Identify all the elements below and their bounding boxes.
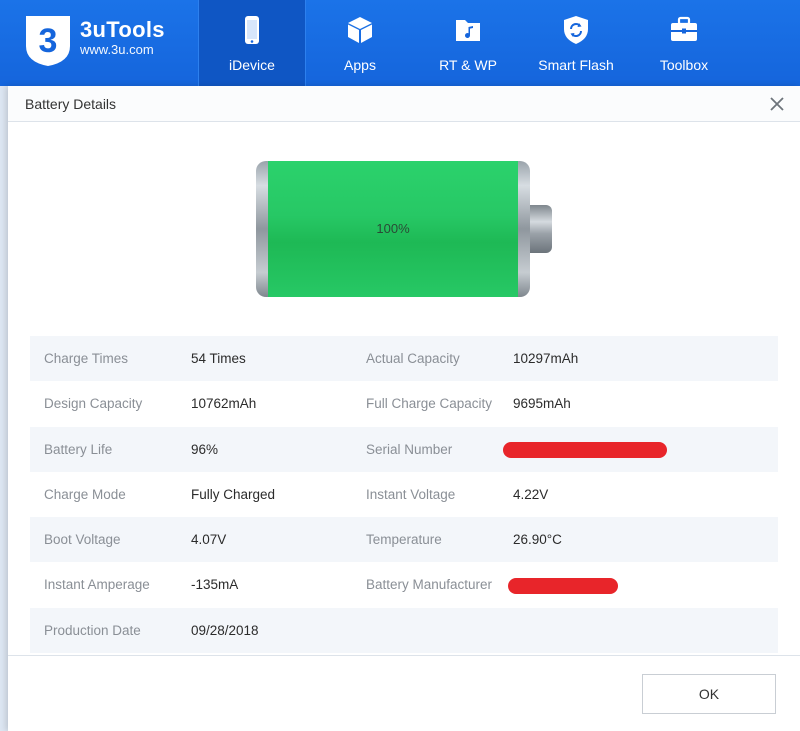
brand-url: www.3u.com (80, 42, 154, 57)
detail-value: 09/28/2018 (191, 622, 259, 638)
detail-label: Design Capacity (44, 396, 143, 412)
refresh-shield-icon (564, 16, 588, 44)
detail-label: Instant Voltage (366, 486, 456, 502)
music-folder-icon (456, 20, 480, 41)
detail-label: Serial Number (366, 441, 453, 457)
detail-value: 96% (191, 441, 219, 457)
detail-label: Battery Life (44, 441, 113, 457)
battery-details-dialog: Battery Details 100% Charge Times 54 Time… (8, 86, 800, 731)
detail-label: Instant Amperage (44, 577, 150, 593)
background-panel-edge (0, 86, 8, 731)
dialog-title: Battery Details (25, 96, 117, 112)
3utools-logo-icon: 3 (26, 16, 70, 66)
nav-label-smart-flash: Smart Flash (538, 57, 614, 73)
table-row: Battery Life 96% Serial Number (30, 426, 778, 472)
detail-label: Production Date (44, 622, 141, 638)
nav-item-apps[interactable]: Apps (306, 0, 414, 86)
brand: 3uTools www.3u.com (80, 18, 165, 58)
detail-label: Actual Capacity (366, 351, 460, 366)
cube-icon (348, 17, 372, 43)
phone-icon (245, 16, 259, 44)
table-row: Design Capacity 10762mAh Full Charge Capac… (30, 381, 778, 426)
nav-item-rt-wp[interactable]: RT & WP (414, 0, 522, 86)
dialog-header: Battery Details (8, 86, 800, 122)
dialog-footer: OK (8, 655, 800, 731)
detail-value: 4.22V (513, 486, 549, 502)
battery-graphic: 100% (256, 158, 556, 298)
table-row: Charge Mode Fully Charged Instant Voltage 4… (30, 472, 778, 517)
logo-digit: 3 (39, 22, 58, 60)
detail-value: 4.07V (191, 532, 227, 548)
detail-value: 10762mAh (191, 396, 257, 412)
nav-label-rt-wp: RT & WP (439, 57, 497, 73)
top-app-bar: 3 3uTools www.3u.com iDevice Apps RT & W… (0, 0, 800, 86)
battery-body: 100% (256, 161, 530, 297)
detail-value: 26.90°C (513, 532, 562, 548)
detail-value: -135mA (191, 577, 239, 593)
nav-label-idevice: iDevice (229, 57, 275, 73)
main-nav: iDevice Apps RT & WP Smart Flash Toolbox (198, 0, 738, 86)
detail-label: Charge Mode (44, 486, 126, 502)
ok-button[interactable]: OK (642, 674, 776, 714)
detail-value: Fully Charged (191, 486, 276, 502)
nav-label-apps: Apps (344, 57, 376, 73)
table-row: Production Date 09/28/2018 (30, 607, 778, 654)
nav-item-smart-flash[interactable]: Smart Flash (522, 0, 630, 86)
table-row: Boot Voltage 4.07V Temperature 26.90°C (30, 517, 778, 563)
nav-label-toolbox: Toolbox (659, 57, 709, 73)
detail-value: 10297mAh (513, 351, 579, 366)
close-icon[interactable] (766, 93, 788, 115)
detail-value: 9695mAh (513, 396, 571, 412)
toolbox-icon (671, 16, 697, 41)
detail-value: 54 Times (191, 351, 246, 366)
detail-label: Charge Times (44, 351, 129, 366)
nav-item-idevice[interactable]: iDevice (198, 0, 306, 86)
detail-label: Temperature (366, 532, 442, 548)
detail-label: Full Charge Capacity (366, 396, 493, 412)
table-row: Charge Times 54 Times Actual Capacity 10297… (30, 336, 778, 382)
redaction-mark (503, 441, 667, 458)
redaction-mark (508, 578, 618, 595)
brand-name: 3uTools (80, 17, 165, 42)
battery-terminal (530, 205, 552, 253)
battery-details-table: Charge Times 54 Times Actual Capacity 10297… (30, 336, 778, 654)
nav-item-toolbox[interactable]: Toolbox (630, 0, 738, 86)
battery-percent-label: 100% (376, 221, 410, 236)
detail-label: Boot Voltage (44, 532, 121, 548)
table-row: Instant Amperage -135mA Battery Manufactur… (30, 562, 778, 607)
detail-label: Battery Manufacturer (366, 577, 493, 593)
